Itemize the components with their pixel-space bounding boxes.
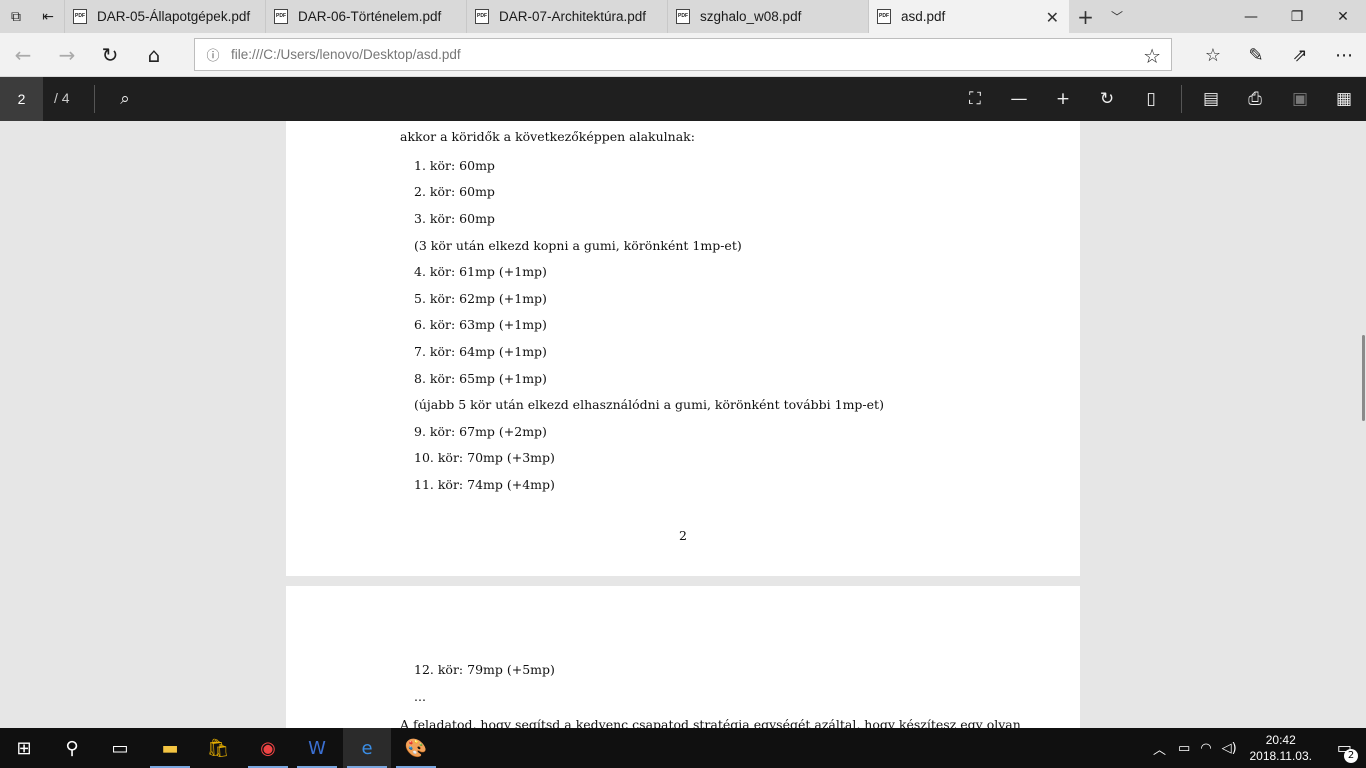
scrollbar-thumb[interactable] xyxy=(1362,335,1365,421)
address-field[interactable]: ⓘ file:///C:/Users/lenovo/Desktop/asd.pd… xyxy=(194,38,1172,71)
tab-dar05[interactable]: PDF DAR-05-Állapotgépek.pdf xyxy=(64,0,265,33)
action-center-icon[interactable]: ▭ 2 xyxy=(1337,738,1358,763)
battery-icon[interactable]: ▭ xyxy=(1178,741,1190,756)
list-item: 1. kör: 60mp xyxy=(414,158,495,173)
list-item: 3. kör: 60mp xyxy=(414,211,495,226)
rotate-icon[interactable]: ↻ xyxy=(1092,85,1122,113)
restore-button[interactable]: ❐ xyxy=(1274,0,1320,33)
close-window-button[interactable]: ✕ xyxy=(1320,0,1366,33)
forward-button[interactable]: → xyxy=(52,41,82,69)
word-icon[interactable]: W xyxy=(293,728,341,768)
url-text: file:///C:/Users/lenovo/Desktop/asd.pdf xyxy=(231,47,461,62)
web-note-icon[interactable]: ✎ xyxy=(1241,41,1271,69)
save-icon[interactable]: ▣ xyxy=(1285,85,1315,113)
pdf-page: akkor a köridők a következőképpen alakul… xyxy=(286,121,1080,576)
read-aloud-icon[interactable]: ▤ xyxy=(1196,85,1226,113)
minimize-button[interactable]: — xyxy=(1228,0,1274,33)
close-tab-icon[interactable]: ✕ xyxy=(1046,8,1059,28)
tab-label: szghalo_w08.pdf xyxy=(700,9,802,24)
divider xyxy=(94,85,95,113)
list-item: (3 kör után elkezd kopni a gumi, körönké… xyxy=(414,238,742,253)
paint-icon[interactable]: 🎨 xyxy=(392,728,440,768)
search-icon[interactable]: ⌕ xyxy=(110,85,140,113)
tab-szghalo[interactable]: PDF szghalo_w08.pdf xyxy=(667,0,868,33)
chevron-down-icon[interactable]: ﹀ xyxy=(1102,0,1132,33)
pdf-page: 12. kör: 79mp (+5mp) ... A feladatod, ho… xyxy=(286,586,1080,728)
pdf-file-icon: PDF xyxy=(274,9,288,24)
tab-preview-icon[interactable]: ⧉ xyxy=(0,0,32,33)
page-number: 2 xyxy=(679,528,687,543)
more-icon[interactable]: ⋯ xyxy=(1329,41,1359,69)
tab-label: DAR-06-Történelem.pdf xyxy=(298,9,442,24)
edge-icon[interactable]: e xyxy=(343,728,391,768)
window-controls: — ❐ ✕ xyxy=(1228,0,1366,33)
save-as-icon[interactable]: ▦ xyxy=(1329,85,1359,113)
list-item: 6. kör: 63mp (+1mp) xyxy=(414,317,547,332)
tray-icons: ︿ ▭ ◠ ◁) xyxy=(1153,728,1237,768)
home-button[interactable]: ⌂ xyxy=(139,41,169,69)
pdf-file-icon: PDF xyxy=(73,9,87,24)
pdf-toolbar: 2 / 4 ⌕ ⛶ — + ↻ ▯ ▤ ⎙ ▣ ▦ xyxy=(0,77,1366,121)
list-item: 4. kör: 61mp (+1mp) xyxy=(414,264,547,279)
zoom-out-icon[interactable]: — xyxy=(1004,85,1034,113)
pdf-viewer[interactable]: akkor a köridők a következőképpen alakul… xyxy=(0,121,1366,728)
text-line: A feladatod, hogy segítsd a kedvenc csap… xyxy=(400,717,1021,728)
address-bar-row: ← → ↻ ⌂ ⓘ file:///C:/Users/lenovo/Deskto… xyxy=(0,33,1366,77)
text-line: akkor a köridők a következőképpen alakul… xyxy=(400,129,695,144)
list-item: 10. kör: 70mp (+3mp) xyxy=(414,450,555,465)
list-item: (újabb 5 kör után elkezd elhasználódni a… xyxy=(414,397,884,412)
list-item: 7. kör: 64mp (+1mp) xyxy=(414,344,547,359)
tab-dar07[interactable]: PDF DAR-07-Architektúra.pdf xyxy=(466,0,667,33)
file-explorer-icon[interactable]: ▬ xyxy=(146,728,194,768)
list-item: 8. kör: 65mp (+1mp) xyxy=(414,371,547,386)
tab-label: asd.pdf xyxy=(901,9,946,24)
share-icon[interactable]: ⇗ xyxy=(1285,41,1315,69)
divider xyxy=(1181,85,1182,113)
refresh-button[interactable]: ↻ xyxy=(95,41,125,69)
list-item: 5. kör: 62mp (+1mp) xyxy=(414,291,547,306)
new-tab-button[interactable]: + xyxy=(1069,0,1102,33)
list-item: 9. kör: 67mp (+2mp) xyxy=(414,424,547,439)
set-tabs-aside-icon[interactable]: ⇤ xyxy=(32,0,64,33)
tab-strip: ⧉ ⇤ PDF DAR-05-Állapotgépek.pdf PDF DAR-… xyxy=(0,0,1366,33)
tab-label: DAR-05-Állapotgépek.pdf xyxy=(97,9,251,24)
tab-label: DAR-07-Architektúra.pdf xyxy=(499,9,647,24)
list-item: 2. kör: 60mp xyxy=(414,184,495,199)
notification-count: 2 xyxy=(1344,749,1358,763)
pdf-file-icon: PDF xyxy=(676,9,690,24)
tab-dar06[interactable]: PDF DAR-06-Történelem.pdf xyxy=(265,0,466,33)
search-icon[interactable]: ⚲ xyxy=(48,728,96,768)
info-icon[interactable]: ⓘ xyxy=(195,45,231,64)
list-item: 12. kör: 79mp (+5mp) xyxy=(414,662,555,677)
page-total: / 4 xyxy=(54,90,70,106)
tab-asd[interactable]: PDF asd.pdf ✕ xyxy=(868,0,1069,33)
chevron-up-icon[interactable]: ︿ xyxy=(1153,739,1166,758)
pdf-file-icon: PDF xyxy=(877,9,891,24)
wifi-icon[interactable]: ◠ xyxy=(1200,741,1211,756)
list-item: ... xyxy=(414,689,426,704)
clock-date: 2018.11.03. xyxy=(1249,749,1312,763)
list-item: 11. kör: 74mp (+4mp) xyxy=(414,477,555,492)
clock-time: 20:42 xyxy=(1265,733,1296,747)
favorite-star-icon[interactable]: ☆ xyxy=(1143,44,1161,68)
fit-to-page-icon[interactable]: ⛶ xyxy=(960,85,990,113)
page-number-input[interactable]: 2 xyxy=(0,77,43,121)
volume-icon[interactable]: ◁) xyxy=(1222,741,1237,756)
page-layout-icon[interactable]: ▯ xyxy=(1136,85,1166,113)
task-view-icon[interactable]: ▭ xyxy=(96,728,144,768)
windows-start-icon[interactable]: ⊞ xyxy=(0,728,48,768)
chrome-icon[interactable]: ◉ xyxy=(244,728,292,768)
store-icon[interactable]: 🛍 xyxy=(194,728,242,768)
clock[interactable]: 20:42 2018.11.03. xyxy=(1249,732,1312,764)
taskbar: ⊞ ⚲ ▭ ▬ 🛍 ◉ W e 🎨 ︿ ▭ ◠ ◁) 20:42 2018.11… xyxy=(0,728,1366,768)
favorites-hub-icon[interactable]: ☆ xyxy=(1198,41,1228,69)
zoom-in-icon[interactable]: + xyxy=(1048,85,1078,113)
print-icon[interactable]: ⎙ xyxy=(1240,85,1270,113)
pdf-file-icon: PDF xyxy=(475,9,489,24)
back-button[interactable]: ← xyxy=(8,41,38,69)
